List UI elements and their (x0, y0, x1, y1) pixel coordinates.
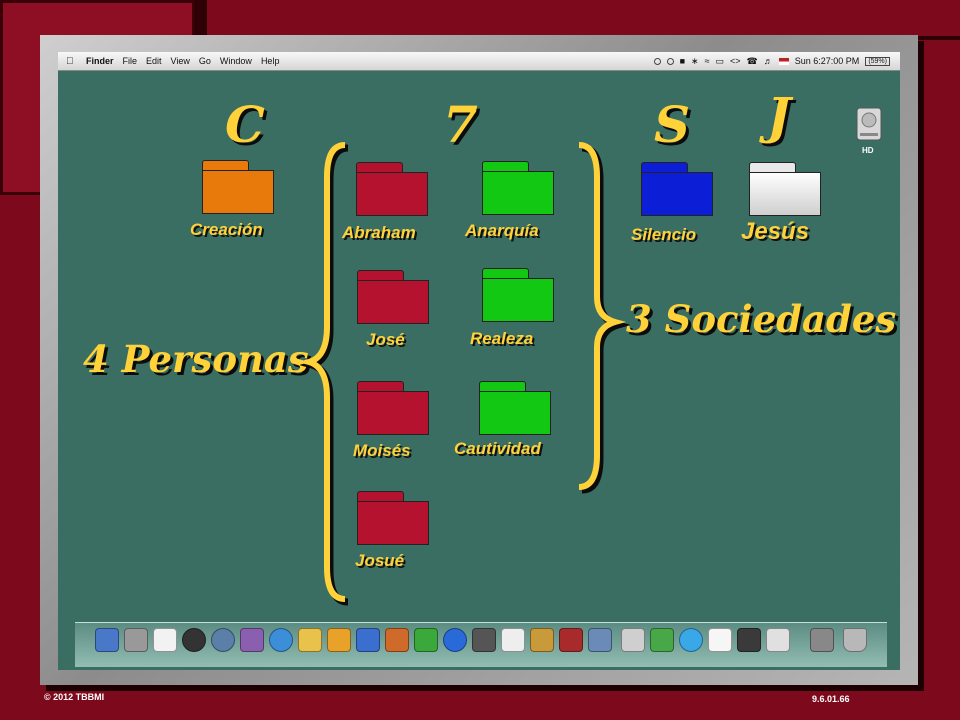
time-machine-icon[interactable] (666, 57, 674, 65)
display-icon[interactable]: ▭ (716, 56, 725, 67)
folder-label-josue[interactable]: Josué (355, 551, 404, 571)
folder-label-jesus[interactable]: Jesús (741, 218, 809, 246)
menu-help[interactable]: Help (261, 56, 280, 66)
folder-label-realeza[interactable]: Realeza (470, 329, 533, 349)
folder-body (479, 391, 551, 435)
menu-go[interactable]: Go (199, 56, 211, 66)
safari-icon[interactable] (269, 628, 293, 652)
app-icon[interactable] (240, 628, 264, 652)
menu-file[interactable]: File (123, 56, 138, 66)
decorative-line (195, 0, 207, 40)
folder-label-silencio[interactable]: Silencio (631, 225, 696, 245)
bluetooth-icon[interactable]: ∗ (691, 56, 699, 67)
sociedades-annotation: 3 Sociedades (626, 297, 897, 341)
folder-label-jose[interactable]: José (366, 330, 405, 350)
quicktime-icon[interactable] (679, 628, 703, 652)
app-icon[interactable] (559, 628, 583, 652)
folder-body (357, 280, 429, 324)
folder-body (482, 278, 554, 322)
folder-body (482, 171, 554, 215)
menu-clock[interactable]: Sun 6:27:00 PM (795, 56, 860, 66)
folder-label-abraham[interactable]: Abraham (342, 223, 416, 243)
folder-body (749, 172, 821, 216)
right-brace (578, 142, 630, 494)
folder-label-creacion[interactable]: Creación (190, 220, 263, 240)
lock-icon[interactable]: ■ (680, 56, 685, 66)
letter-c-heading: C (225, 95, 265, 154)
personas-annotation: 4 Personas (83, 337, 309, 381)
menu-finder[interactable]: Finder (86, 56, 114, 66)
folder-label-cautividad[interactable]: Cautividad (454, 439, 541, 459)
battery-indicator[interactable]: (59%) (865, 56, 890, 66)
system-preferences-icon[interactable] (124, 628, 148, 652)
display-app-icon[interactable] (810, 628, 834, 652)
document-icon[interactable] (708, 628, 732, 652)
sync-icon[interactable] (653, 57, 661, 65)
folder-body (202, 170, 274, 214)
apple-menu-icon[interactable]:  (66, 56, 80, 67)
app-icon[interactable] (650, 628, 674, 652)
folder-label-anarquia[interactable]: Anarquía (465, 221, 539, 241)
copyright-text: © 2012 TBBMI (44, 692, 105, 702)
excel-icon[interactable] (414, 628, 438, 652)
menu-view[interactable]: View (171, 56, 190, 66)
hard-drive-icon[interactable] (855, 106, 883, 144)
folder-body (357, 501, 429, 545)
chart-app-icon[interactable] (766, 628, 790, 652)
menu-window[interactable]: Window (220, 56, 252, 66)
phone-icon[interactable]: ☎ (747, 56, 758, 67)
app-icon[interactable] (530, 628, 554, 652)
number-seven-heading: 7 (443, 95, 478, 154)
folder-label-moises[interactable]: Moisés (353, 441, 411, 461)
imovie-icon[interactable] (737, 628, 761, 652)
app-icon[interactable] (501, 628, 525, 652)
folder-body (356, 172, 428, 216)
trash-icon[interactable] (843, 628, 867, 652)
calendar-icon[interactable] (153, 628, 177, 652)
app-icon[interactable] (327, 628, 351, 652)
hard-drive-label[interactable]: HD (862, 146, 874, 155)
powerpoint-icon[interactable] (385, 628, 409, 652)
time-machine-dock-icon[interactable] (211, 628, 235, 652)
slide-code: 9.6.01.66 (812, 694, 850, 704)
volume-icon[interactable]: ♬ (764, 56, 773, 66)
menu-bar:  Finder File Edit View Go Window Help ■… (58, 52, 900, 71)
folder-body (357, 391, 429, 435)
folder-body (641, 172, 713, 216)
status-area: ■ ∗ ≈ ▭ <> ☎ ♬ Sun 6:27:00 PM (59%) (653, 56, 890, 67)
printer-icon[interactable] (472, 628, 496, 652)
word-icon[interactable] (356, 628, 380, 652)
menu-edit[interactable]: Edit (146, 56, 162, 66)
input-flag-icon[interactable] (778, 57, 789, 65)
notes-icon[interactable] (298, 628, 322, 652)
dashboard-icon[interactable] (182, 628, 206, 652)
finder-icon[interactable] (95, 628, 119, 652)
code-icon[interactable]: <> (730, 56, 741, 66)
letter-j-heading: J (767, 86, 791, 145)
calculator-icon[interactable] (621, 628, 645, 652)
left-brace (300, 142, 349, 606)
photos-icon[interactable] (588, 628, 612, 652)
internet-explorer-icon[interactable] (443, 628, 467, 652)
letter-s-heading: S (654, 95, 691, 154)
wifi-icon[interactable]: ≈ (705, 56, 710, 66)
